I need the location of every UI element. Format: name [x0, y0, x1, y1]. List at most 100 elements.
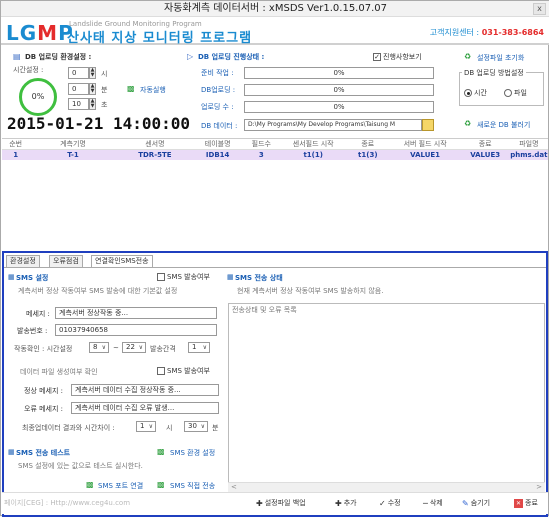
auto-run-button[interactable]: 자동실행	[140, 85, 166, 95]
table-cell: phms.dat	[509, 149, 548, 160]
sms-status-icon: ▦	[227, 273, 234, 281]
normal-message-label: 정상 메세지 :	[24, 387, 64, 395]
minus-icon: ─	[423, 498, 428, 508]
sms-send-checkbox[interactable]: SMS 발송여부	[157, 272, 210, 282]
table-cell: 1	[2, 149, 30, 160]
latest-diff-label: 최종업데이터 결과와 시간차이 :	[22, 424, 115, 432]
grid-column-header[interactable]: 센서명	[116, 139, 194, 150]
checkbox-icon	[157, 367, 165, 375]
latest-hour-select[interactable]: 1	[136, 421, 156, 432]
scroll-left-icon[interactable]: <	[231, 483, 237, 491]
table-cell: VALUE3	[460, 149, 510, 160]
close-button[interactable]: x	[533, 3, 546, 15]
minute-spinner[interactable]: ▲ ▼	[89, 83, 96, 95]
port-icon: ▩	[86, 480, 94, 489]
minute-input[interactable]: 0	[68, 83, 89, 95]
hide-button[interactable]: ✎ 숨기기	[462, 498, 490, 508]
error-message-input[interactable]: 계측서버 데이터 수집 오류 발생...	[71, 402, 219, 414]
grid-column-header[interactable]: 필드수	[242, 139, 281, 150]
edit-button[interactable]: ✓ 수정	[379, 498, 401, 508]
progress-circle: 0%	[19, 78, 57, 116]
db-data-label: DB 데이터 :	[201, 122, 238, 130]
sms-send-button[interactable]: SMS 직접 전송	[170, 481, 215, 491]
add-button[interactable]: ✚ 추가	[335, 498, 357, 508]
second-input[interactable]: 10	[68, 98, 89, 110]
latest-minute-select[interactable]: 30	[184, 421, 208, 432]
db-data-path[interactable]: D:\My Programs\My Develop Programs\Taisu…	[244, 119, 422, 131]
backup-button[interactable]: ✚ 설정파일 백업	[256, 498, 306, 508]
check-icon: ✓	[373, 53, 381, 61]
grid-column-header[interactable]: 종료	[460, 139, 510, 150]
message-label: 메세지 :	[26, 310, 50, 318]
tab-error-check[interactable]: 오류점검	[49, 255, 83, 267]
sms-test-title: SMS 전송 테스트	[16, 449, 71, 457]
grid-column-header[interactable]: 종료	[345, 139, 390, 150]
db-upload-progress: 0%	[244, 84, 434, 96]
delete-button[interactable]: ─ 삭제	[423, 498, 443, 508]
upload-method-title: DB 업로딩 방법설정	[462, 68, 526, 78]
interval-select[interactable]: 1	[188, 342, 210, 353]
method-file-radio[interactable]: 파일	[504, 88, 527, 98]
table-cell: t1(1)	[280, 149, 346, 160]
grid-column-header[interactable]: 파일명	[509, 139, 548, 150]
hour-input[interactable]: 0	[68, 67, 89, 79]
hour-spinner[interactable]: ▲ ▼	[89, 67, 96, 79]
method-time-radio[interactable]: 시간	[464, 88, 487, 98]
tab-panel-area: 환경설정 오류점검 연결확인SMS전송 ▦ SMS 설정 SMS 발송여부 계측…	[2, 251, 548, 517]
normal-message-input[interactable]: 계측서버 데이터 수집 정상작동 중...	[71, 384, 219, 396]
scroll-right-icon[interactable]: >	[536, 483, 542, 491]
check-icon: ✓	[379, 498, 386, 508]
prepare-label: 준비 작업 :	[201, 69, 234, 77]
exit-icon: ✕	[514, 498, 523, 508]
sms-port-button[interactable]: SMS 포트 연결	[98, 481, 143, 491]
sms-settings-title: SMS 설정	[16, 274, 49, 282]
app-logo: LGMP	[6, 21, 74, 45]
reload-icon: ♻	[464, 119, 472, 128]
data-send-checkbox[interactable]: SMS 발송여부	[157, 366, 210, 376]
reset-settings-button[interactable]: 설정파일 초기화	[477, 53, 524, 63]
radio-empty-icon	[504, 89, 512, 97]
minute-unit: 분	[101, 86, 108, 94]
grid-column-header[interactable]: 계측기명	[29, 139, 117, 150]
tab-environment[interactable]: 환경설정	[6, 255, 40, 267]
folder-icon[interactable]	[422, 119, 434, 131]
show-progress-checkbox[interactable]: ✓ 진행사항보기	[373, 52, 422, 62]
grid-column-header[interactable]: 센서필드 시작	[280, 139, 346, 150]
number-input[interactable]: 01037940658	[55, 324, 217, 336]
checkbox-icon	[157, 273, 165, 281]
interval-label: 발송간격	[150, 345, 176, 353]
reset-icon: ♻	[464, 52, 472, 61]
sensor-grid[interactable]: 순번 계측기명 센서명 테이블명 필드수 센서필드 시작 종료 서버 필드 시작 종료 파일명 1…	[2, 138, 548, 251]
to-hour-select[interactable]: 22	[122, 342, 146, 353]
title-bar: 자동화계측 데이터서버 : xMSDS Ver1.0.15.07.07 x	[1, 1, 549, 17]
interval-label: 시간설정 :	[13, 66, 44, 74]
datetime-display: 2015-01-21 14:00:00	[7, 114, 191, 133]
table-row[interactable]: 1 T-1 TDR-5TE IDB14 3 t1(1) t1(3) VALUE1 VALUE3 p…	[2, 149, 548, 160]
latest-hour-unit: 시	[166, 424, 173, 432]
prepare-progress: 0%	[244, 67, 434, 79]
sms-log-box[interactable]: 전송상태 및 오류 목록	[228, 303, 545, 494]
number-label: 발송번호 :	[17, 327, 48, 335]
exit-button[interactable]: ✕ 종료	[514, 498, 538, 508]
status-title: DB 업로딩 진행상태 :	[198, 53, 265, 61]
reload-db-button[interactable]: 새로운 DB 불러기	[477, 120, 530, 130]
grid-column-header[interactable]: 서버 필드 시작	[389, 139, 461, 150]
from-hour-select[interactable]: 8	[89, 342, 109, 353]
send-icon: ▩	[157, 480, 165, 489]
grid-column-header[interactable]: 순번	[2, 139, 30, 150]
second-spinner[interactable]: ▲ ▼	[89, 98, 96, 110]
sms-env-button[interactable]: SMS 환경 설정	[170, 448, 215, 458]
log-horizontal-scrollbar[interactable]: < >	[228, 482, 545, 492]
second-unit: 초	[101, 101, 108, 109]
logo-korean-title: 산사태 지상 모니터링 프로그램	[67, 31, 253, 46]
grid-column-header[interactable]: 테이블명	[193, 139, 243, 150]
homepage-link[interactable]: 페이지[CEG] : Http://www.ceg4u.com	[4, 498, 130, 508]
sms-log-header: 전송상태 및 오류 목록	[232, 306, 297, 314]
sms-env-icon: ▩	[157, 447, 165, 456]
grid-header-row: 순번 계측기명 센서명 테이블명 필드수 센서필드 시작 종료 서버 필드 시작 종료 파일명	[2, 139, 548, 150]
env-title: DB 업로딩 환경설정 :	[25, 53, 92, 61]
message-input[interactable]: 계측서버 정상작동 중...	[55, 307, 217, 319]
table-cell: T-1	[29, 149, 117, 160]
hour-unit: 시	[101, 70, 108, 78]
latest-minute-unit: 분	[212, 424, 219, 432]
